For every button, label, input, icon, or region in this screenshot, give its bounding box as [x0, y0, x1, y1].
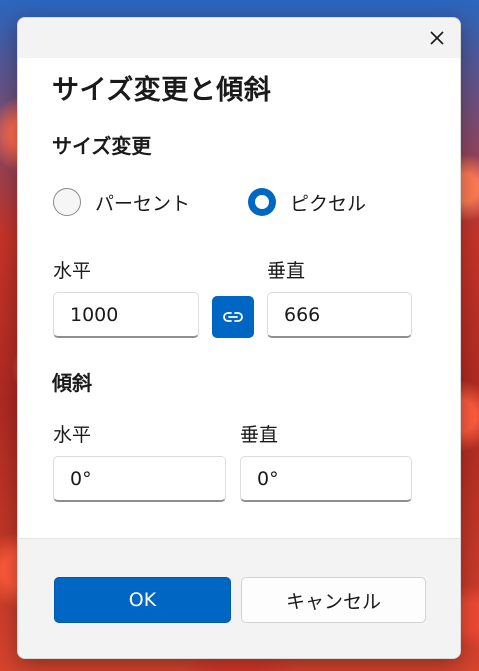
radio-circle-percent	[53, 188, 81, 216]
skew-vertical-label: 垂直	[240, 424, 279, 446]
resize-vertical-label: 垂直	[267, 260, 306, 282]
resize-vertical-input[interactable]: 666	[267, 292, 412, 338]
skew-horizontal-input[interactable]: 0°	[53, 456, 226, 502]
ok-button[interactable]: OK	[54, 577, 231, 623]
radio-label-percent: パーセント	[95, 192, 191, 215]
skew-section-title: 傾斜	[52, 371, 92, 395]
close-button[interactable]	[422, 24, 452, 52]
resize-horizontal-label: 水平	[53, 260, 92, 282]
resize-section-title: サイズ変更	[52, 134, 152, 158]
radio-label-pixel: ピクセル	[290, 192, 367, 215]
aspect-lock-button[interactable]	[212, 296, 254, 338]
radio-circle-pixel	[248, 188, 276, 216]
cancel-button[interactable]: キャンセル	[241, 577, 426, 623]
dialog-title: サイズ変更と傾斜	[52, 75, 272, 106]
skew-horizontal-label: 水平	[53, 424, 92, 446]
link-icon	[223, 312, 243, 322]
resize-horizontal-input[interactable]: 1000	[53, 292, 199, 338]
dialog-footer: OK キャンセル	[18, 538, 460, 658]
radio-pixel[interactable]: ピクセル	[248, 188, 366, 216]
radio-percent[interactable]: パーセント	[53, 188, 190, 216]
skew-vertical-input[interactable]: 0°	[240, 456, 412, 502]
dialog-titlebar	[18, 18, 460, 58]
close-icon	[430, 31, 444, 45]
resize-skew-dialog: サイズ変更と傾斜 サイズ変更 パーセント ピクセル 水平 垂直 1000 666…	[17, 17, 461, 659]
